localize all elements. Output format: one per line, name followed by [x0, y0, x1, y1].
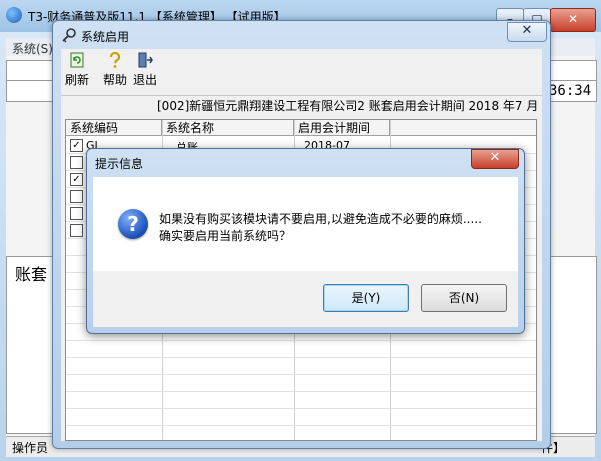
- dialog-close-button[interactable]: ✕: [471, 149, 519, 169]
- help-icon: [109, 51, 121, 68]
- account-period-info: [002]新疆恒元鼎翔建设工程有限公司2 账套启用会计期间 2018 年7 月: [157, 99, 539, 113]
- question-icon: ?: [118, 209, 148, 239]
- grid-row-line: [66, 374, 536, 375]
- grid-row-line: [66, 391, 536, 392]
- system-enable-close-button[interactable]: ✕: [507, 22, 547, 42]
- refresh-icon: [70, 52, 84, 68]
- account-label: 账套: [15, 265, 48, 284]
- app-icon: [6, 7, 22, 23]
- grid-row-line: [66, 425, 536, 426]
- exit-button[interactable]: 退出: [131, 51, 159, 93]
- help-button[interactable]: 帮助: [101, 51, 129, 93]
- clock-readout: 36:34: [549, 83, 592, 99]
- row-2-checkbox[interactable]: [70, 156, 83, 169]
- no-button[interactable]: 否(N): [421, 284, 507, 312]
- key-icon: [62, 28, 76, 43]
- help-label: 帮助: [102, 73, 127, 87]
- dialog-message-line-1: 如果没有购买该模块请不要启用,以避免造成不必要的麻烦.....: [159, 212, 482, 226]
- row-6-checkbox[interactable]: [70, 224, 83, 237]
- row-4-checkbox[interactable]: [70, 190, 83, 203]
- row-5-checkbox[interactable]: [70, 207, 83, 220]
- column-header-code[interactable]: 系统编码: [66, 120, 162, 136]
- refresh-button[interactable]: 刷新: [63, 51, 91, 93]
- grid-row-line: [66, 408, 536, 409]
- grid-row-line: [66, 340, 536, 341]
- column-header-period[interactable]: 启用会计期间: [294, 120, 390, 136]
- grid-row-line: [66, 357, 536, 358]
- row-1-checkbox[interactable]: ✓: [70, 139, 83, 152]
- main-close-button[interactable]: ✕: [550, 8, 596, 32]
- dialog-message-area: ? 如果没有购买该模块请不要启用,以避免造成不必要的麻烦..... 确实要启用当…: [93, 177, 518, 271]
- row-3-checkbox[interactable]: ✓: [70, 173, 83, 186]
- refresh-label: 刷新: [64, 73, 89, 87]
- system-enable-title: 系统启用: [81, 30, 130, 44]
- dialog-body: ? 如果没有购买该模块请不要启用,以避免造成不必要的麻烦..... 确实要启用当…: [93, 177, 518, 327]
- exit-icon: [138, 52, 153, 68]
- prompt-dialog: 提示信息 ✕ ? 如果没有购买该模块请不要启用,以避免造成不必要的麻烦.....…: [86, 148, 525, 334]
- toolbar-divider: [61, 95, 542, 96]
- dialog-message-line-2: 确实要启用当前系统吗？: [159, 229, 292, 243]
- dialog-title: 提示信息: [95, 157, 144, 171]
- status-operator: 操作员: [12, 441, 49, 455]
- exit-label: 退出: [132, 73, 157, 87]
- column-header-name[interactable]: 系统名称: [162, 120, 294, 136]
- column-header-blank: [390, 120, 536, 136]
- yes-button[interactable]: 是(Y): [323, 284, 409, 312]
- menu-system[interactable]: 系统(S): [12, 40, 53, 57]
